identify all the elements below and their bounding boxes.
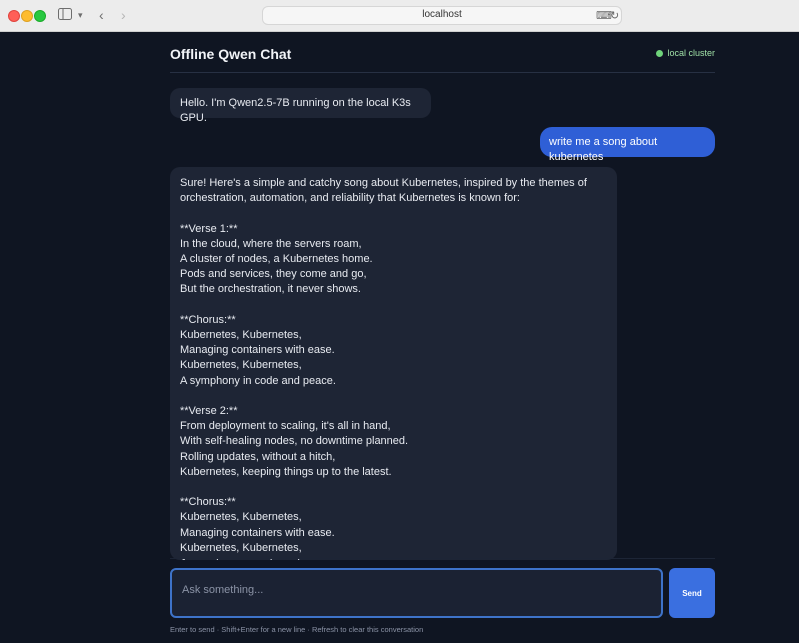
- chat-app: Offline Qwen Chat local cluster Hello. I…: [0, 32, 799, 643]
- reload-icon[interactable]: ↻: [610, 9, 619, 22]
- page-title: Offline Qwen Chat: [170, 46, 292, 62]
- message-input-box[interactable]: [170, 568, 663, 618]
- sidebar-icon[interactable]: [58, 7, 72, 23]
- user-message: write me a song about kubernetes: [540, 127, 715, 163]
- browser-toolbar: ▾ ‹ › localhost ⌨ ↻: [0, 0, 799, 32]
- send-button[interactable]: Send: [669, 568, 715, 618]
- chevron-down-icon[interactable]: ▾: [78, 7, 83, 23]
- composer-divider: [170, 558, 715, 559]
- status-label: local cluster: [667, 48, 715, 58]
- back-icon[interactable]: ‹: [99, 7, 104, 23]
- maximize-window-button[interactable]: [34, 10, 46, 22]
- status-dot-icon: [656, 49, 664, 57]
- address-bar[interactable]: localhost ⌨ ↻: [262, 6, 622, 25]
- url-text: localhost: [422, 9, 462, 20]
- header-divider: [170, 72, 715, 73]
- message-input[interactable]: [182, 584, 651, 596]
- minimize-window-button[interactable]: [21, 10, 33, 22]
- composer-hint: Enter to send · Shift+Enter for a new li…: [170, 625, 424, 634]
- close-window-button[interactable]: [8, 10, 20, 22]
- forward-icon[interactable]: ›: [121, 7, 126, 23]
- assistant-message: Sure! Here's a simple and catchy song ab…: [170, 167, 617, 560]
- status-badge: local cluster: [656, 48, 715, 58]
- assistant-message: Hello. I'm Qwen2.5-7B running on the loc…: [170, 88, 431, 124]
